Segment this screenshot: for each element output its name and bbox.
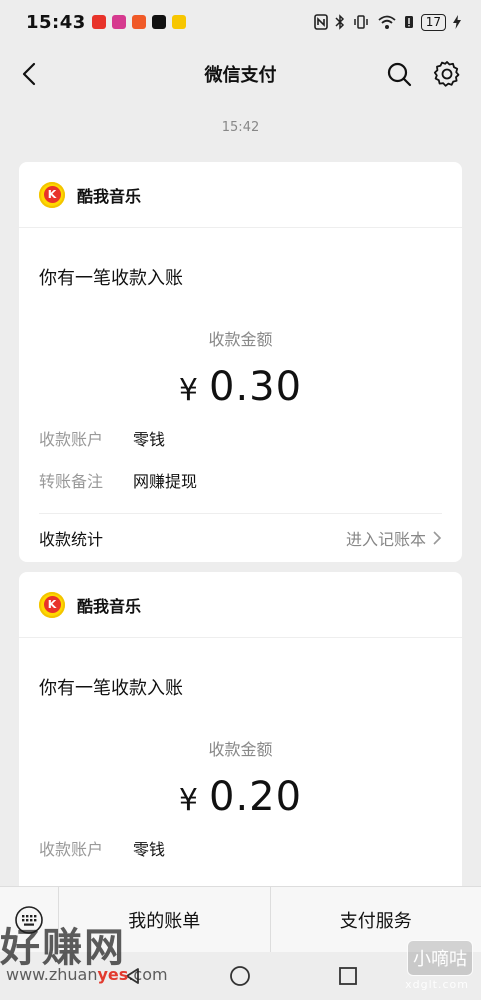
kuwo-logo-icon: K [39, 591, 65, 618]
vibrate-icon [353, 15, 368, 29]
notification-app-icon-5 [171, 15, 186, 29]
recents-square-icon[interactable] [338, 966, 358, 986]
amount-value: ¥0.20 [19, 774, 462, 820]
detail-key: 收款账户 [39, 840, 104, 859]
home-circle-icon[interactable] [229, 965, 251, 987]
gear-icon[interactable] [433, 60, 461, 88]
keyboard-icon [15, 906, 43, 934]
card-title: 你有一笔收款入账 [39, 268, 183, 289]
open-ledger-label: 进入记账本 [345, 530, 426, 549]
notification-app-icon-2 [111, 15, 126, 29]
amount-number: 0.20 [209, 774, 303, 820]
notification-app-icon-4 [151, 15, 166, 29]
amount-label: 收款金额 [208, 330, 273, 349]
currency-symbol: ¥ [178, 783, 200, 818]
wifi-icon [378, 15, 396, 29]
nav-bar: 微信支付 [0, 44, 481, 104]
my-bills-button[interactable]: 我的账单 [59, 887, 270, 953]
app-name: 酷我音乐 [77, 596, 142, 616]
page-title: 微信支付 [204, 65, 277, 86]
status-bar: 15:43 17 [0, 0, 481, 44]
search-icon[interactable] [385, 60, 413, 88]
bluetooth-icon [335, 14, 344, 30]
notification-app-icon-1 [91, 15, 106, 29]
watermark-url: www.zhuanyes.com [6, 965, 168, 984]
detail-value: 网赚提现 [133, 472, 198, 491]
notification-app-icon-3 [131, 15, 146, 29]
card-header: K 酷我音乐 [19, 572, 462, 638]
keyboard-toggle-button[interactable] [0, 887, 59, 953]
detail-row-remark: 转账备注 网赚提现 [39, 468, 462, 492]
watermark-badge: 小嘀咕 [407, 940, 473, 976]
status-time: 15:43 [26, 11, 86, 33]
chevron-left-icon[interactable] [16, 60, 44, 88]
card-title: 你有一笔收款入账 [39, 678, 183, 699]
alert-icon [404, 16, 413, 28]
detail-row-account: 收款账户 零钱 [39, 426, 462, 450]
detail-key: 收款账户 [39, 430, 104, 449]
battery-indicator: 17 [420, 13, 446, 31]
chevron-right-icon [433, 531, 442, 545]
detail-value: 零钱 [133, 430, 166, 449]
card-footer[interactable]: 收款统计 进入记账本 [39, 513, 442, 562]
detail-row-account: 收款账户 零钱 [39, 836, 462, 860]
amount-value: ¥0.30 [19, 364, 462, 410]
amount-number: 0.30 [209, 364, 303, 410]
message-timestamp: 15:42 [221, 120, 260, 135]
detail-key: 转账备注 [39, 472, 104, 491]
nfc-icon [313, 14, 328, 30]
charging-icon [453, 15, 461, 29]
payment-message-card[interactable]: K 酷我音乐 你有一笔收款入账 收款金额 ¥0.20 收款账户 零钱 [19, 572, 462, 902]
payment-message-card[interactable]: K 酷我音乐 你有一笔收款入账 收款金额 ¥0.30 收款账户 零钱 转账备注 … [19, 162, 462, 562]
status-right: 17 [313, 13, 461, 31]
card-header: K 酷我音乐 [19, 162, 462, 228]
kuwo-logo-icon: K [39, 181, 65, 208]
open-ledger-link[interactable]: 进入记账本 [346, 526, 442, 550]
amount-label: 收款金额 [208, 740, 273, 759]
currency-symbol: ¥ [178, 373, 200, 408]
status-left: 15:43 [26, 12, 186, 33]
watermark-badge-url: xdglt.com [405, 978, 469, 991]
collection-stats-label: 收款统计 [39, 530, 104, 549]
detail-value: 零钱 [133, 840, 166, 859]
app-name: 酷我音乐 [77, 186, 142, 206]
